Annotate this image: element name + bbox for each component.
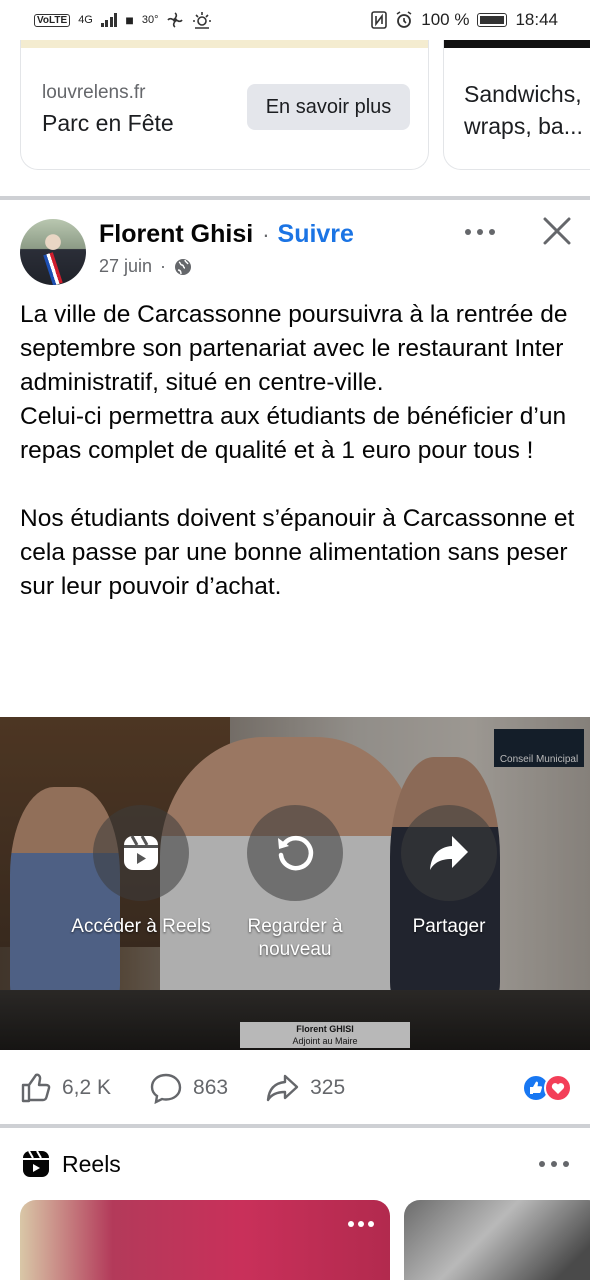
signal-icon bbox=[100, 13, 118, 27]
learn-more-button[interactable]: En savoir plus bbox=[247, 84, 410, 130]
temperature: 30° bbox=[141, 14, 159, 26]
reels-section-icon bbox=[23, 1150, 49, 1177]
reels-action-circle bbox=[93, 805, 189, 901]
share-button[interactable]: 325 bbox=[266, 1073, 345, 1103]
comment-bubble-icon bbox=[150, 1073, 182, 1104]
share-count: 325 bbox=[310, 1076, 346, 1099]
fan-icon bbox=[167, 12, 184, 28]
ad-card-louvrelens[interactable]: louvrelens.fr Parc en Fête En savoir plu… bbox=[20, 40, 429, 170]
more-dots-icon bbox=[465, 229, 495, 235]
post-options-button[interactable] bbox=[462, 218, 498, 246]
close-icon bbox=[543, 217, 571, 245]
ad-image-strip bbox=[21, 40, 428, 48]
ad-title: Parc en Fête bbox=[42, 110, 174, 136]
author-avatar[interactable] bbox=[20, 219, 86, 285]
globe-icon bbox=[175, 258, 192, 275]
weather-sun-icon bbox=[193, 12, 212, 29]
reaction-summary[interactable] bbox=[522, 1074, 572, 1102]
share-label: Partager bbox=[412, 916, 486, 937]
love-reaction-icon bbox=[544, 1074, 572, 1102]
replay-icon bbox=[278, 835, 314, 871]
reel-thumbnail[interactable] bbox=[404, 1200, 590, 1280]
network-type: 4G bbox=[78, 14, 93, 26]
share-video-button[interactable]: Partager bbox=[399, 805, 499, 938]
hide-post-button[interactable] bbox=[538, 212, 576, 250]
like-button[interactable]: 6,2 K bbox=[20, 1072, 111, 1104]
volte-indicator: VoLTE bbox=[34, 13, 71, 27]
feed-divider bbox=[0, 196, 590, 200]
facebook-feed: VoLTE 4G ■ 30° 100 % 18:44 louvrelens.fr… bbox=[0, 0, 590, 1280]
reels-options-button[interactable] bbox=[536, 1152, 572, 1176]
comment-button[interactable]: 863 bbox=[149, 1072, 228, 1104]
meta-separator: · bbox=[160, 256, 167, 276]
go-to-reels-button[interactable]: Accéder à Reels bbox=[71, 805, 211, 938]
post-author-line: Florent Ghisi · Suivre bbox=[99, 220, 354, 249]
nfc-icon bbox=[371, 11, 388, 29]
reel-thumbnail[interactable] bbox=[20, 1200, 390, 1280]
video-camera-icon: ■ bbox=[125, 12, 134, 28]
ad-image-strip bbox=[444, 40, 590, 48]
reels-section-title: Reels bbox=[62, 1150, 121, 1177]
like-count: 6,2 K bbox=[62, 1076, 112, 1099]
ad-card-sandwichs[interactable]: Sandwichs, wraps, ba... bbox=[443, 40, 590, 170]
post-engagement-bar: 6,2 K 863 325 bbox=[20, 1068, 572, 1108]
post-date[interactable]: 27 juin bbox=[99, 256, 152, 277]
follow-button[interactable]: Suivre bbox=[278, 220, 354, 249]
thumbs-up-icon bbox=[21, 1073, 51, 1103]
author-name[interactable]: Florent Ghisi bbox=[99, 220, 253, 249]
replay-action-circle bbox=[247, 805, 343, 901]
replay-label: Regarder à nouveau bbox=[247, 916, 343, 960]
reels-icon bbox=[124, 835, 158, 870]
more-dots-icon[interactable] bbox=[348, 1220, 374, 1228]
comment-count: 863 bbox=[193, 1076, 229, 1099]
alarm-icon bbox=[396, 11, 412, 28]
share-icon bbox=[266, 1074, 299, 1102]
separator-dot: · bbox=[262, 221, 270, 247]
share-arrow-icon bbox=[430, 836, 468, 870]
go-to-reels-label: Accéder à Reels bbox=[71, 916, 211, 937]
post-meta: 27 juin · bbox=[99, 256, 192, 277]
post-text: La ville de Carcassonne poursuivra à la … bbox=[20, 301, 575, 600]
replay-button[interactable]: Regarder à nouveau bbox=[245, 805, 345, 961]
ad-domain: louvrelens.fr bbox=[42, 82, 146, 103]
status-left: VoLTE 4G ■ 30° bbox=[34, 10, 212, 30]
battery-percent: 100 % bbox=[421, 10, 470, 29]
more-dots-icon bbox=[539, 1161, 569, 1167]
battery-icon bbox=[477, 13, 508, 27]
status-right: 100 % 18:44 bbox=[371, 10, 558, 30]
reels-section-header: Reels bbox=[22, 1150, 121, 1178]
ad-title: Sandwichs, wraps, ba... bbox=[464, 81, 583, 139]
avatar-sash bbox=[43, 252, 63, 285]
feed-divider bbox=[0, 1124, 590, 1128]
share-action-circle bbox=[401, 805, 497, 901]
status-bar: VoLTE 4G ■ 30° 100 % 18:44 bbox=[0, 0, 590, 40]
clock: 18:44 bbox=[515, 10, 558, 29]
